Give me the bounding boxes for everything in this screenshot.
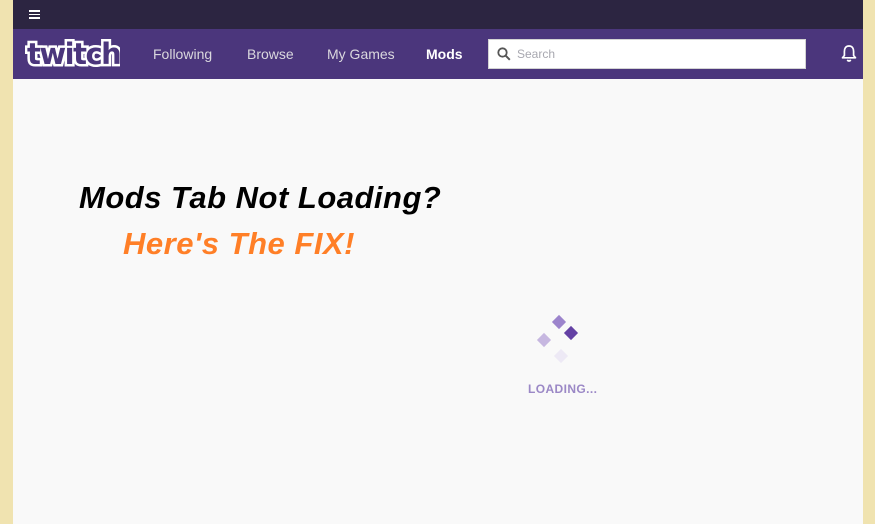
svg-text:twitch: twitch (27, 37, 120, 71)
twitch-logo[interactable]: twitch (25, 37, 120, 71)
bell-icon[interactable] (841, 44, 857, 63)
top-bar (13, 0, 863, 29)
navbar: twitch Following Browse My Games Mods (13, 29, 863, 79)
search-icon (497, 47, 511, 61)
spinner-diamond (563, 325, 579, 341)
overlay-subline: Here's The FIX! (123, 226, 355, 261)
hamburger-icon[interactable] (29, 10, 40, 19)
search-input[interactable] (517, 47, 787, 61)
app-window: twitch Following Browse My Games Mods Mo… (13, 0, 863, 524)
loading-text: LOADING... (528, 382, 598, 396)
nav-link-my-games[interactable]: My Games (327, 46, 395, 62)
spinner-diamond (551, 314, 567, 330)
overlay-headline: Mods Tab Not Loading? (79, 180, 442, 215)
spinner-diamond (553, 348, 569, 364)
nav-link-following[interactable]: Following (153, 46, 212, 62)
search-box (488, 39, 806, 69)
spinner-diamond (536, 332, 552, 348)
nav-link-mods[interactable]: Mods (426, 46, 463, 62)
nav-link-browse[interactable]: Browse (247, 46, 294, 62)
loading-spinner (533, 312, 593, 372)
